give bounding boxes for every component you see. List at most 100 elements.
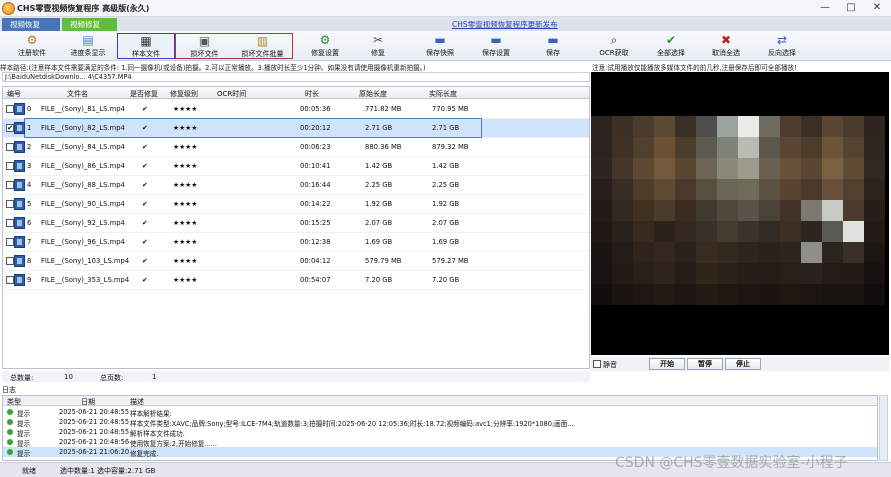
row-checkbox[interactable] bbox=[6, 143, 14, 151]
frame-pixel bbox=[738, 263, 759, 284]
table-row[interactable]: 2 FILE__(Sony)_84_LS.mp4 ✔ ★★★★ 00:06:23 880.… bbox=[3, 138, 589, 157]
row-level: ★★★★ bbox=[173, 181, 198, 189]
invert-select-button[interactable]: ⇄ 反向选择 bbox=[762, 33, 802, 59]
frame-pixel bbox=[696, 284, 717, 305]
row-checkbox[interactable] bbox=[6, 276, 14, 284]
table-row[interactable]: 3 FILE__(Sony)_86_LS.mp4 ✔ ★★★★ 00:10:41 1.42… bbox=[3, 157, 589, 176]
sample-file-button[interactable]: ▦ 样本文件 bbox=[117, 33, 175, 59]
select-all-button[interactable]: ✔ 全部选择 bbox=[651, 33, 691, 59]
sample-path-field[interactable]: J:\BaiduNetdiskDownlo... 4\C4357.MP4 bbox=[2, 72, 590, 82]
row-filename: FILE__(Sony)_353_LS.mp4 bbox=[41, 276, 130, 284]
table-row[interactable]: 4 FILE__(Sony)_88_LS.mp4 ✔ ★★★★ 00:16:44 2.25… bbox=[3, 176, 589, 195]
frame-pixel bbox=[738, 200, 759, 221]
save-settings-button[interactable]: ▬ 保存设置 bbox=[476, 33, 516, 59]
video-preview[interactable] bbox=[591, 72, 889, 355]
save-snapshot-button[interactable]: ▬ 保存快照 bbox=[420, 33, 460, 59]
header-duration[interactable]: 时长 bbox=[305, 89, 319, 99]
log-row[interactable]: 提示 2025-06-21 20:48:55 样本解析结果: bbox=[3, 407, 877, 418]
log-header-date[interactable]: 日期 bbox=[81, 397, 95, 407]
log-row[interactable]: 提示 2025-06-21 20:48:55 解析样本文件成功. bbox=[3, 427, 877, 438]
header-filename[interactable]: 文件名 bbox=[67, 89, 88, 99]
frame-pixel bbox=[822, 242, 843, 263]
table-row[interactable]: 7 FILE__(Sony)_96_LS.mp4 ✔ ★★★★ 00:12:38 1.69… bbox=[3, 233, 589, 252]
repair-icon: ✂ bbox=[372, 33, 384, 47]
row-orig-size: 579.79 MB bbox=[365, 257, 402, 265]
info-icon bbox=[7, 439, 13, 445]
frame-pixel bbox=[822, 200, 843, 221]
tab-video-repair[interactable]: 视频修复 bbox=[62, 18, 117, 31]
frame-pixel bbox=[801, 284, 822, 305]
table-row[interactable]: 8 FILE__(Sony)_103_LS.mp4 ✔ ★★★★ 00:04:12 579… bbox=[3, 252, 589, 271]
row-filename: FILE__(Sony)_90_LS.mp4 bbox=[41, 200, 125, 208]
frame-pixel bbox=[696, 200, 717, 221]
pages-label: 总页数: bbox=[100, 374, 124, 382]
log-header-type[interactable]: 类型 bbox=[7, 397, 21, 407]
frame-pixel bbox=[675, 263, 696, 284]
header-orig-size[interactable]: 原始长度 bbox=[359, 89, 387, 99]
row-checkbox[interactable] bbox=[6, 162, 14, 170]
frame-pixel bbox=[591, 137, 612, 158]
info-icon bbox=[7, 409, 13, 415]
sample-file-icon: ▦ bbox=[140, 34, 152, 48]
header-ocr[interactable]: OCR时间 bbox=[217, 89, 246, 99]
row-checkbox[interactable] bbox=[6, 181, 14, 189]
repair-settings-button[interactable]: ⚙ 修复设置 bbox=[305, 33, 345, 59]
frame-pixel bbox=[696, 116, 717, 137]
log-row[interactable]: 提示 2025-06-21 20:48:55 样本文件类型:XAVC;品牌:Sony… bbox=[3, 417, 877, 428]
bad-file-button[interactable]: ▣ 损坏文件 bbox=[175, 33, 233, 59]
row-duration: 00:12:38 bbox=[300, 238, 331, 246]
video-file-icon bbox=[14, 160, 25, 172]
maximize-button[interactable]: □ bbox=[838, 0, 864, 16]
deselect-all-button[interactable]: ✖ 取消全选 bbox=[706, 33, 746, 59]
table-row[interactable]: 0 FILE__(Sony)_81_LS.mp4 ✔ ★★★★ 00:05:36 771.… bbox=[3, 100, 589, 119]
register-button[interactable]: ⚙ 注册软件 bbox=[14, 33, 50, 59]
header-level[interactable]: 修复级别 bbox=[170, 89, 198, 99]
log-header-desc[interactable]: 描述 bbox=[130, 397, 144, 407]
watermark: CSDN @CHS零壹数据实验室-小程子 bbox=[615, 455, 848, 471]
snapshot-icon: ▬ bbox=[434, 33, 446, 47]
table-row[interactable]: 9 FILE__(Sony)_353_LS.mp4 ✔ ★★★★ 00:54:07 7.2… bbox=[3, 271, 589, 290]
row-checkbox[interactable] bbox=[6, 219, 14, 227]
stop-button[interactable]: 停止 bbox=[725, 358, 761, 370]
close-button[interactable]: ✕ bbox=[864, 0, 890, 16]
frame-pixel bbox=[612, 158, 633, 179]
frame-pixel bbox=[633, 158, 654, 179]
header-num[interactable]: 编号 bbox=[7, 89, 21, 99]
batch-bad-file-button[interactable]: ▥ 损坏文件批量 bbox=[233, 33, 293, 59]
frame-pixel bbox=[843, 200, 864, 221]
header-actual-size[interactable]: 实际长度 bbox=[429, 89, 457, 99]
table-row[interactable]: 6 FILE__(Sony)_92_LS.mp4 ✔ ★★★★ 00:15:25 2.07… bbox=[3, 214, 589, 233]
frame-pixel bbox=[591, 263, 612, 284]
row-checkbox[interactable] bbox=[6, 238, 14, 246]
pause-button[interactable]: 暂停 bbox=[687, 358, 723, 370]
sample-path-label: 样本路径:(注意样本文件需要满足的条件: 1.同一摄像机(或设备)拍摄。2.可以… bbox=[0, 64, 426, 71]
log-row[interactable]: 提示 2025-06-21 20:48:56 使用恢复方案:2,开始修复...... bbox=[3, 437, 877, 448]
row-checkbox[interactable]: ✔ bbox=[6, 124, 14, 132]
mute-checkbox[interactable] bbox=[593, 360, 601, 368]
total-label: 总数量: bbox=[10, 374, 34, 382]
row-checkbox[interactable] bbox=[6, 200, 14, 208]
row-repaired: ✔ bbox=[142, 276, 148, 284]
table-row[interactable]: ✔ 1 FILE__(Sony)_82_LS.mp4 ✔ ★★★★ 00:20:12 2.7… bbox=[3, 118, 589, 138]
repair-button[interactable]: ✂ 修复 bbox=[362, 33, 394, 59]
table-row[interactable]: 5 FILE__(Sony)_90_LS.mp4 ✔ ★★★★ 00:14:22 1.92… bbox=[3, 195, 589, 214]
log-scrollbar[interactable] bbox=[879, 395, 888, 461]
row-checkbox[interactable] bbox=[6, 257, 14, 265]
minimize-button[interactable]: — bbox=[812, 0, 838, 16]
progress-display-button[interactable]: ▤ 进度条显示 bbox=[64, 33, 112, 59]
save-button[interactable]: ▬ 保存 bbox=[538, 33, 568, 59]
row-checkbox[interactable] bbox=[6, 105, 14, 113]
frame-pixel bbox=[738, 242, 759, 263]
tab-video-recover[interactable]: 视频恢复 bbox=[2, 18, 60, 31]
ocr-button[interactable]: ⌕ OCR获取 bbox=[594, 33, 634, 59]
update-link[interactable]: CHS零壹视频恢复程序更新发布 bbox=[452, 19, 558, 30]
row-orig-size: 2.25 GB bbox=[365, 181, 393, 189]
frame-pixel bbox=[759, 242, 780, 263]
header-repaired[interactable]: 是否修复 bbox=[130, 89, 158, 99]
frame-pixel bbox=[591, 284, 612, 305]
row-actual-size: 770.95 MB bbox=[432, 105, 469, 113]
frame-pixel bbox=[612, 179, 633, 200]
frame-pixel bbox=[696, 179, 717, 200]
play-button[interactable]: 开始 bbox=[649, 358, 685, 370]
row-repaired: ✔ bbox=[142, 200, 148, 208]
